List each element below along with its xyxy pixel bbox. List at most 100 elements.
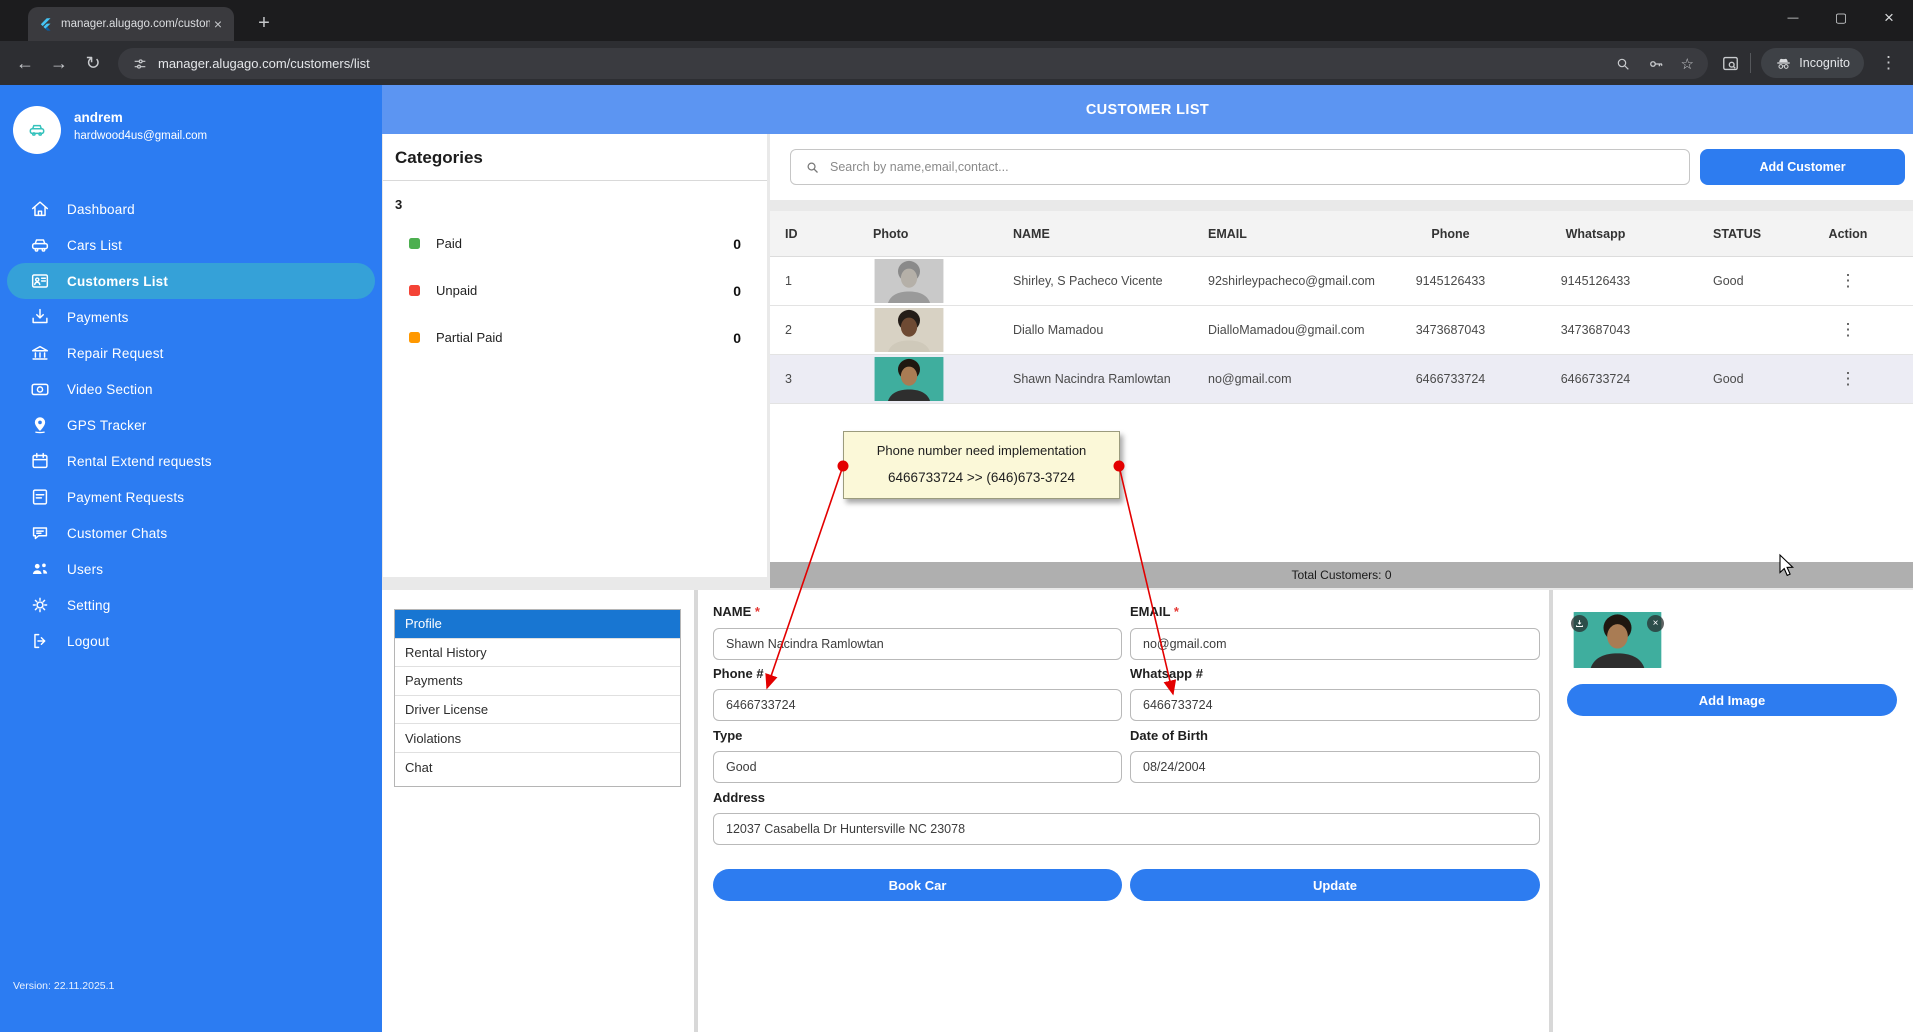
url-text[interactable]: manager.alugago.com/customers/list xyxy=(158,56,1615,71)
type-label: Type xyxy=(713,728,1122,743)
browser-menu-icon[interactable]: ⋮ xyxy=(1874,53,1903,73)
name-field[interactable] xyxy=(713,628,1122,660)
book-car-button[interactable]: Book Car xyxy=(713,869,1122,901)
table-row[interactable]: 2 Diallo Mamadou DialloMamadou@gmail.com… xyxy=(770,306,1913,355)
remove-image-icon[interactable]: × xyxy=(1647,615,1664,632)
cell-whatsapp: 6466733724 xyxy=(1523,372,1668,386)
cell-id: 1 xyxy=(785,274,873,288)
search-this-page-icon[interactable] xyxy=(1615,56,1631,72)
incognito-icon xyxy=(1775,55,1792,72)
row-menu-icon[interactable]: ⋮ xyxy=(1783,271,1913,291)
sidebar-item-payment-requests[interactable]: Payment Requests xyxy=(7,479,375,515)
back-button[interactable]: ← xyxy=(8,53,42,74)
cell-name: Shawn Nacindra Ramlowtan xyxy=(1013,372,1208,386)
row-menu-icon[interactable]: ⋮ xyxy=(1783,320,1913,340)
calendar-icon xyxy=(29,450,51,472)
sidebar-item-customers-list[interactable]: Customers List xyxy=(7,263,375,299)
address-bar[interactable]: manager.alugago.com/customers/list ☆ xyxy=(118,48,1708,79)
tab-payments[interactable]: Payments xyxy=(395,667,680,696)
category-row[interactable]: Partial Paid 0 xyxy=(383,314,767,361)
customer-photo[interactable] xyxy=(873,259,1013,303)
window-minimize-button[interactable]: — xyxy=(1769,0,1817,36)
dob-label: Date of Birth xyxy=(1130,728,1540,743)
whatsapp-field[interactable] xyxy=(1130,689,1540,721)
cell-name: Diallo Mamadou xyxy=(1013,323,1208,337)
sidebar-nav: Dashboard Cars List Customers List Payme… xyxy=(0,191,382,659)
sidebar-item-users[interactable]: Users xyxy=(7,551,375,587)
sidebar-item-dashboard[interactable]: Dashboard xyxy=(7,191,375,227)
table-row[interactable]: 1 Shirley, S Pacheco Vicente 92shirleypa… xyxy=(770,257,1913,306)
type-field[interactable] xyxy=(713,751,1122,783)
home-icon xyxy=(29,198,51,220)
table-row[interactable]: 3 Shawn Nacindra Ramlowtan no@gmail.com … xyxy=(770,355,1913,404)
update-button[interactable]: Update xyxy=(1130,869,1540,901)
sidebar-item-customer-chats[interactable]: Customer Chats xyxy=(7,515,375,551)
cell-email: no@gmail.com xyxy=(1208,372,1378,386)
tab-rental-history[interactable]: Rental History xyxy=(395,639,680,668)
name-input[interactable] xyxy=(714,629,1121,659)
email-input[interactable] xyxy=(1131,629,1539,659)
sidebar-item-cars-list[interactable]: Cars List xyxy=(7,227,375,263)
category-label: Unpaid xyxy=(436,283,733,298)
phone-field[interactable] xyxy=(713,689,1122,721)
search-input[interactable] xyxy=(830,160,1689,174)
avatar[interactable] xyxy=(13,106,61,154)
tab-title: manager.alugago.com/custome xyxy=(61,18,210,30)
tab-strip: manager.alugago.com/custome × + — ▢ × xyxy=(0,0,1913,41)
sidebar-item-setting[interactable]: Setting xyxy=(7,587,375,623)
type-input[interactable] xyxy=(714,752,1121,782)
forward-button[interactable]: → xyxy=(42,53,76,74)
category-row[interactable]: Unpaid 0 xyxy=(383,267,767,314)
search-box[interactable] xyxy=(790,149,1690,185)
new-tab-button[interactable]: + xyxy=(250,10,278,38)
row-menu-icon[interactable]: ⋮ xyxy=(1783,369,1913,389)
add-image-button[interactable]: Add Image xyxy=(1567,684,1897,716)
table-header: ID Photo NAME EMAIL Phone Whatsapp STATU… xyxy=(770,211,1913,257)
window-close-button[interactable]: × xyxy=(1865,0,1913,36)
sidebar-item-rental-extend-requests[interactable]: Rental Extend requests xyxy=(7,443,375,479)
idcard-icon xyxy=(29,270,51,292)
tab-driver-license[interactable]: Driver License xyxy=(395,696,680,725)
side-panel-icon[interactable] xyxy=(1721,54,1740,73)
sidebar-item-payments[interactable]: Payments xyxy=(7,299,375,335)
reload-button[interactable]: ↻ xyxy=(76,53,110,74)
address-label: Address xyxy=(713,790,1122,805)
whatsapp-input[interactable] xyxy=(1131,690,1539,720)
page-title: CUSTOMER LIST xyxy=(382,85,1913,134)
whatsapp-label: Whatsapp # xyxy=(1130,666,1540,681)
customer-photo[interactable] xyxy=(873,357,1013,401)
tab-profile[interactable]: Profile xyxy=(395,610,680,639)
col-status: STATUS xyxy=(1668,227,1783,241)
sidebar-item-logout[interactable]: Logout xyxy=(7,623,375,659)
window-maximize-button[interactable]: ▢ xyxy=(1817,0,1865,36)
window-controls: — ▢ × xyxy=(1769,0,1913,41)
sidebar-item-video-section[interactable]: Video Section xyxy=(7,371,375,407)
add-customer-button[interactable]: Add Customer xyxy=(1700,149,1905,185)
tab-close-icon[interactable]: × xyxy=(210,16,226,32)
toolbar-divider xyxy=(1750,53,1751,73)
download-image-icon[interactable] xyxy=(1571,615,1588,632)
customer-image-panel: × Add Image xyxy=(1553,590,1913,1032)
sidebar-item-gps-tracker[interactable]: GPS Tracker xyxy=(7,407,375,443)
browser-toolbar: ← → ↻ manager.alugago.com/customers/list… xyxy=(0,41,1913,85)
address-input[interactable] xyxy=(714,814,1539,844)
email-field[interactable] xyxy=(1130,628,1540,660)
chat-icon xyxy=(29,522,51,544)
category-row[interactable]: Paid 0 xyxy=(383,220,767,267)
address-field[interactable] xyxy=(713,813,1540,845)
password-key-icon[interactable] xyxy=(1647,55,1665,73)
dob-field[interactable] xyxy=(1130,751,1540,783)
site-info-icon[interactable] xyxy=(132,56,148,72)
phone-input[interactable] xyxy=(714,690,1121,720)
sidebar-item-repair-request[interactable]: Repair Request xyxy=(7,335,375,371)
customer-image[interactable]: × xyxy=(1567,612,1668,668)
browser-tab[interactable]: manager.alugago.com/custome × xyxy=(28,7,234,41)
category-label: Partial Paid xyxy=(436,330,733,345)
tab-violations[interactable]: Violations xyxy=(395,724,680,753)
categories-total: 3 xyxy=(383,181,767,212)
col-action: Action xyxy=(1783,227,1913,241)
bookmark-star-icon[interactable]: ☆ xyxy=(1681,55,1694,73)
customer-photo[interactable] xyxy=(873,308,1013,352)
dob-input[interactable] xyxy=(1131,752,1539,782)
tab-chat[interactable]: Chat xyxy=(395,753,680,782)
